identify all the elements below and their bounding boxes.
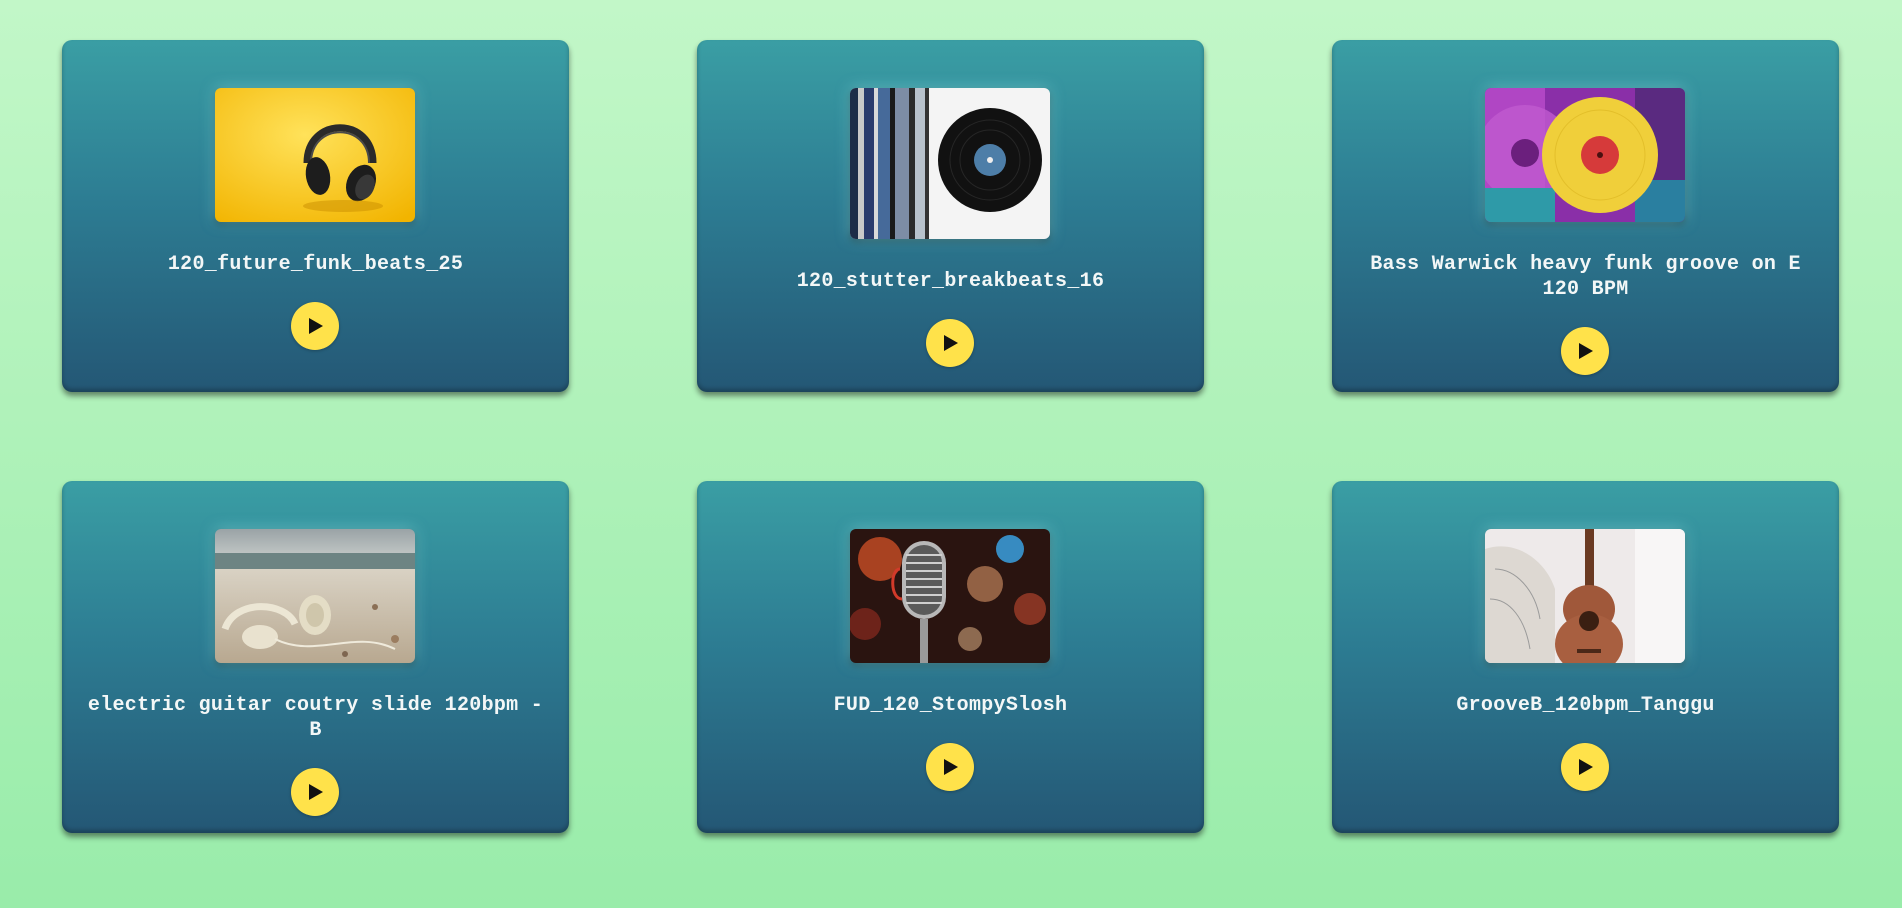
track-card: electric guitar coutry slide 120bpm - B [62, 481, 569, 833]
track-grid: 120_future_funk_beats_25 120_stutter_bre… [62, 40, 1839, 833]
track-card: 120_stutter_breakbeats_16 [697, 40, 1204, 392]
track-title: Bass Warwick heavy funk groove on E 120 … [1370, 253, 1801, 301]
play-button[interactable] [291, 768, 339, 816]
track-card: FUD_120_StompySlosh [697, 481, 1204, 833]
vintage-microphone-image [850, 529, 1050, 663]
track-card: 120_future_funk_beats_25 [62, 40, 569, 392]
track-card: Bass Warwick heavy funk groove on E 120 … [1332, 40, 1839, 392]
play-icon [309, 318, 323, 334]
play-icon [309, 784, 323, 800]
play-button[interactable] [291, 302, 339, 350]
colored-vinyl-image [1485, 88, 1685, 222]
play-button[interactable] [1561, 327, 1609, 375]
vinyl-records-image [850, 88, 1050, 239]
play-button[interactable] [1561, 743, 1609, 791]
beach-headphones-image [215, 529, 415, 663]
play-icon [944, 759, 958, 775]
track-title: GrooveB_120bpm_Tanggu [1456, 694, 1715, 717]
track-card: GrooveB_120bpm_Tanggu [1332, 481, 1839, 833]
yellow-headphones-image [215, 88, 415, 222]
acoustic-guitar-image [1485, 529, 1685, 663]
track-title: FUD_120_StompySlosh [833, 694, 1068, 717]
play-icon [1579, 343, 1593, 359]
track-title: electric guitar coutry slide 120bpm - B [87, 694, 544, 742]
track-title: 120_stutter_breakbeats_16 [796, 270, 1105, 293]
play-icon [944, 335, 958, 351]
play-button[interactable] [926, 743, 974, 791]
track-title: 120_future_funk_beats_25 [167, 253, 464, 276]
play-button[interactable] [926, 319, 974, 367]
play-icon [1579, 759, 1593, 775]
